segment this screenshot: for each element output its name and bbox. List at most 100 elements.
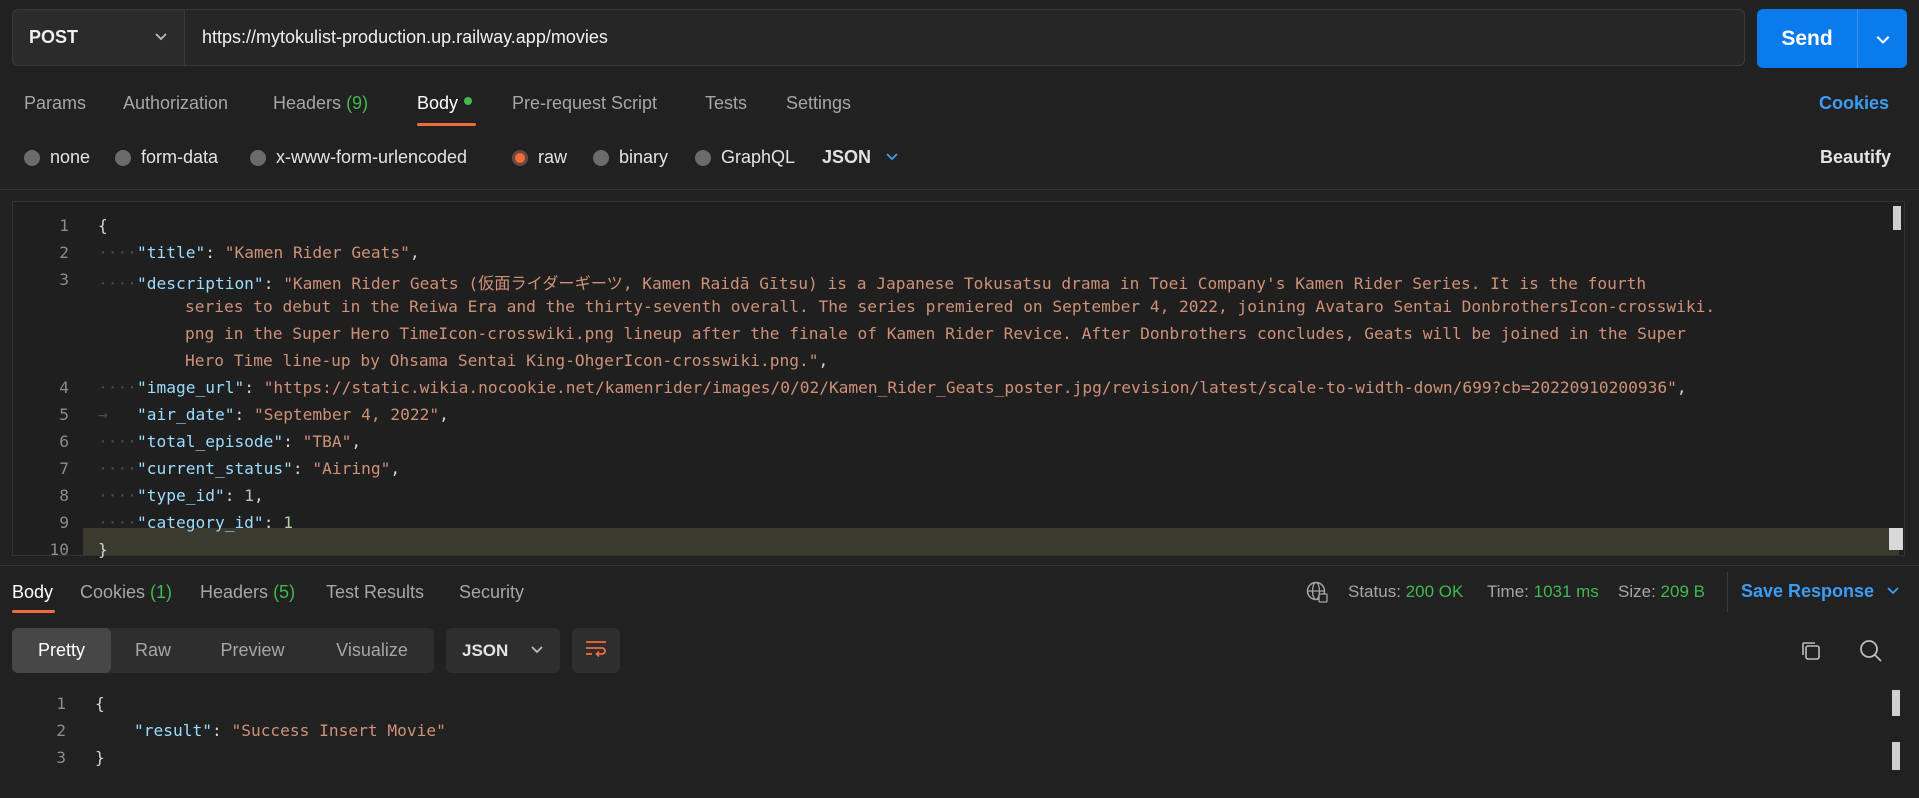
editor-scrollbar[interactable] [1893, 206, 1901, 230]
size-value: 209 B [1660, 582, 1705, 601]
editor-resize-handle[interactable] [1889, 528, 1903, 550]
response-code-line: "result": "Success Insert Movie" [133, 721, 446, 740]
response-tab-headers[interactable]: Headers (5) [200, 582, 295, 603]
send-options-chevron-icon[interactable] [1858, 31, 1907, 47]
tab-tests[interactable]: Tests [705, 93, 747, 114]
tab-pre-request-label: Pre-request Script [512, 93, 658, 113]
response-active-tab-indicator [12, 610, 55, 613]
globe-icon[interactable] [1305, 580, 1329, 609]
radio-none[interactable]: none [24, 147, 90, 168]
tab-params[interactable]: Params [24, 93, 86, 114]
chevron-down-icon [1886, 581, 1900, 602]
code-line: → "air_date": "September 4, 2022", [98, 405, 449, 424]
time-value: 1031 ms [1533, 582, 1599, 601]
tab-tests-label: Tests [705, 93, 748, 113]
line-number: 2 [59, 243, 69, 262]
send-button[interactable]: Send [1757, 9, 1907, 68]
raw-format-select[interactable]: JSON [822, 147, 899, 168]
url-text: https://mytokulist-production.up.railway… [202, 27, 608, 47]
cookies-link[interactable]: Cookies [1819, 93, 1889, 114]
code-line: { [98, 216, 108, 235]
response-tab-headers-label: Headers [200, 582, 269, 602]
radio-form-data-circle [115, 149, 131, 166]
response-format-label: JSON [462, 640, 509, 660]
code-line: ····"title": "Kamen Rider Geats", [98, 243, 420, 262]
radio-graphql-circle [695, 149, 711, 166]
radio-none-circle [24, 149, 40, 166]
tab-params-label: Params [24, 93, 87, 113]
response-scrollbar-lower[interactable] [1892, 742, 1900, 770]
tab-settings-label: Settings [786, 93, 852, 113]
save-response-label: Save Response [1741, 581, 1875, 601]
response-tab-security[interactable]: Security [459, 582, 524, 603]
word-wrap-button[interactable] [572, 628, 620, 673]
wrap-lines-icon [584, 638, 608, 663]
response-code-line: } [95, 748, 105, 767]
view-raw[interactable]: Raw [111, 628, 195, 673]
search-icon[interactable] [1858, 638, 1883, 668]
code-line: ····"description": "Kamen Rider Geats (仮… [98, 274, 1647, 293]
method-select[interactable]: POST [12, 9, 184, 66]
response-tab-body[interactable]: Body [12, 582, 53, 603]
line-number: 3 [56, 748, 66, 767]
radio-none-label: none [50, 147, 91, 167]
response-tab-body-label: Body [12, 582, 54, 602]
tab-authorization[interactable]: Authorization [123, 93, 228, 114]
tab-pre-request-script[interactable]: Pre-request Script [512, 93, 657, 114]
code-line-wrap: png in the Super Hero TimeIcon-crosswiki… [185, 324, 1686, 343]
radio-binary[interactable]: binary [593, 147, 668, 168]
radio-form-data[interactable]: form-data [115, 147, 218, 168]
view-visualize-label: Visualize [336, 640, 408, 660]
headers-count-badge: (9) [346, 93, 369, 113]
line-number: 6 [59, 432, 69, 451]
beautify-button[interactable]: Beautify [1820, 147, 1891, 168]
copy-icon[interactable] [1799, 639, 1823, 668]
view-raw-label: Raw [134, 640, 171, 660]
line-number: 4 [59, 378, 69, 397]
line-number: 5 [59, 405, 69, 424]
tab-headers[interactable]: Headers (9) [273, 93, 368, 114]
line-number: 9 [59, 513, 69, 532]
time-label: Time: [1487, 582, 1529, 601]
radio-raw-label: raw [538, 147, 568, 167]
status-label: Status: [1348, 582, 1401, 601]
tab-authorization-label: Authorization [123, 93, 229, 113]
response-tab-test-results[interactable]: Test Results [326, 582, 424, 603]
url-input[interactable]: https://mytokulist-production.up.railway… [184, 9, 1745, 66]
response-tab-test-results-label: Test Results [326, 582, 425, 602]
line-number: 1 [56, 694, 66, 713]
response-scrollbar[interactable] [1892, 690, 1900, 716]
radio-raw-circle [512, 149, 528, 166]
divider [0, 565, 1919, 566]
view-visualize[interactable]: Visualize [310, 628, 434, 673]
code-line: ····"type_id": 1, [98, 486, 264, 505]
code-line: ····"current_status": "Airing", [98, 459, 401, 478]
response-view-switch: Pretty Raw Preview Visualize [12, 628, 434, 673]
cookies-link-label: Cookies [1819, 93, 1890, 113]
tab-body[interactable]: Body [417, 93, 473, 114]
chevron-down-icon [885, 147, 899, 168]
response-tab-cookies[interactable]: Cookies (1) [80, 582, 172, 603]
status-readout: Status: 200 OK [1348, 582, 1463, 602]
save-response-button[interactable]: Save Response [1741, 581, 1900, 602]
code-line: ····"total_episode": "TBA", [98, 432, 362, 451]
divider [0, 189, 1919, 190]
code-line-wrap: Hero Time line-up by Ohsama Sentai King-… [185, 351, 829, 370]
tab-body-label: Body [417, 93, 459, 113]
radio-urlencoded[interactable]: x-www-form-urlencoded [250, 147, 467, 168]
request-body-editor[interactable]: 1 2 3 4 5 6 7 8 9 10 { ····"title": "Kam… [12, 201, 1905, 559]
view-pretty[interactable]: Pretty [12, 628, 111, 673]
size-readout: Size: 209 B [1618, 582, 1705, 602]
tab-settings[interactable]: Settings [786, 93, 851, 114]
method-label: POST [29, 27, 79, 47]
code-line-wrap: series to debut in the Reiwa Era and the… [185, 297, 1716, 316]
view-preview[interactable]: Preview [195, 628, 310, 673]
radio-graphql[interactable]: GraphQL [695, 147, 795, 168]
chevron-down-icon [530, 641, 544, 661]
code-line: ····"image_url": "https://static.wikia.n… [98, 378, 1687, 397]
radio-raw[interactable]: raw [512, 147, 567, 168]
response-format-select[interactable]: JSON [446, 628, 560, 673]
line-number: 2 [56, 721, 66, 740]
line-number: 7 [59, 459, 69, 478]
active-tab-indicator [417, 123, 476, 126]
